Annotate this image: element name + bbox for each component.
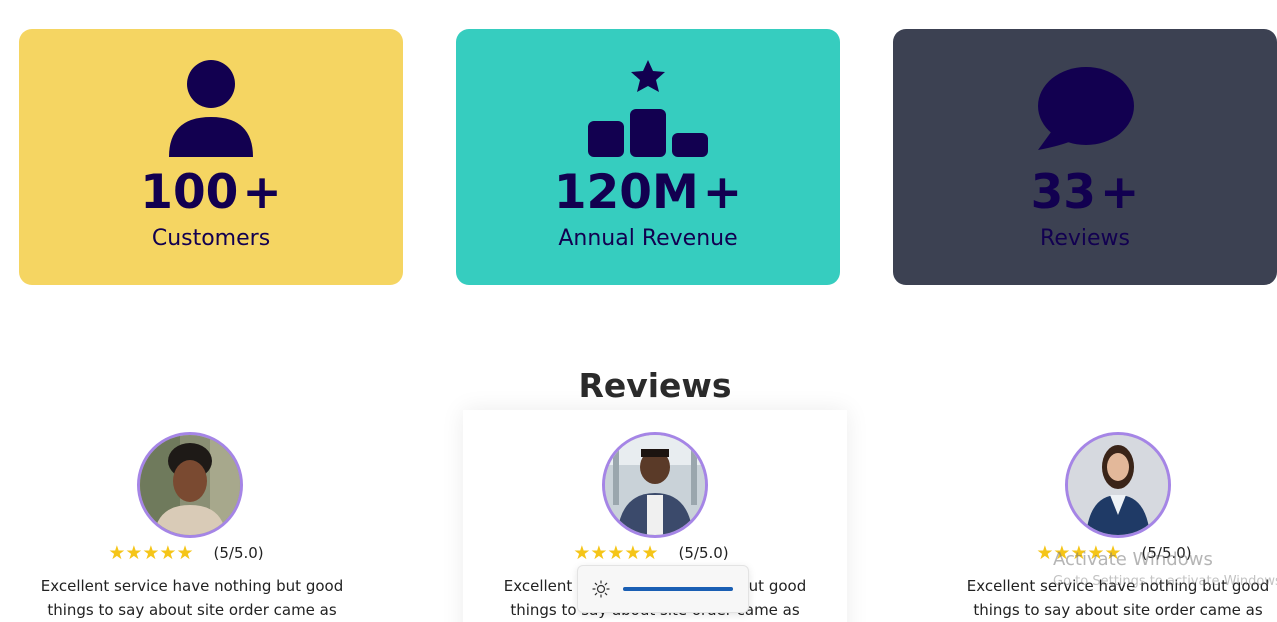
stat-number: 120M+ [553, 165, 743, 220]
stat-label: Annual Revenue [558, 226, 738, 251]
avatar [1065, 432, 1171, 538]
stat-label: Reviews [1040, 226, 1130, 251]
stat-label: Customers [151, 226, 271, 251]
stat-card-revenue: 120M+ Annual Revenue [456, 29, 840, 285]
rating-value: (5/5.0) [678, 544, 729, 562]
activate-windows-subtitle: Go to Settings to activate Windows. [1053, 574, 1277, 589]
activate-windows-title: Activate Windows [1053, 549, 1213, 570]
stat-card-customers: 100+ Customers [19, 29, 403, 285]
page: 100+ Customers 120M+ Annual Revenue 33+ … [0, 0, 1277, 622]
review-card: ★★★★★ (5/5.0) Excellent service have not… [926, 410, 1277, 622]
stat-card-reviews: 33+ Reviews [893, 29, 1277, 285]
avatar [602, 432, 708, 538]
star-rating: ★★★★★ [573, 542, 659, 564]
review-text: Excellent service have nothing but good … [40, 577, 344, 619]
rating-row: ★★★★★ (5/5.0) [0, 542, 376, 564]
star-rating: ★★★★★ [108, 542, 194, 564]
stat-number: 100+ [140, 165, 282, 220]
user-icon [19, 60, 403, 157]
brightness-flyout [577, 565, 749, 613]
podium-star-icon [456, 60, 840, 158]
avatar [137, 432, 243, 538]
sun-icon [592, 580, 610, 598]
review-card: ★★★★★ (5/5.0) Excellent service have not… [0, 410, 384, 622]
rating-value: (5/5.0) [213, 544, 264, 562]
chat-bubble-icon [893, 66, 1277, 152]
rating-row: ★★★★★ (5/5.0) [463, 542, 839, 564]
stat-number: 33+ [1030, 165, 1140, 220]
brightness-slider-fill [623, 587, 733, 591]
brightness-slider[interactable] [623, 587, 733, 591]
reviews-heading: Reviews [578, 366, 732, 405]
